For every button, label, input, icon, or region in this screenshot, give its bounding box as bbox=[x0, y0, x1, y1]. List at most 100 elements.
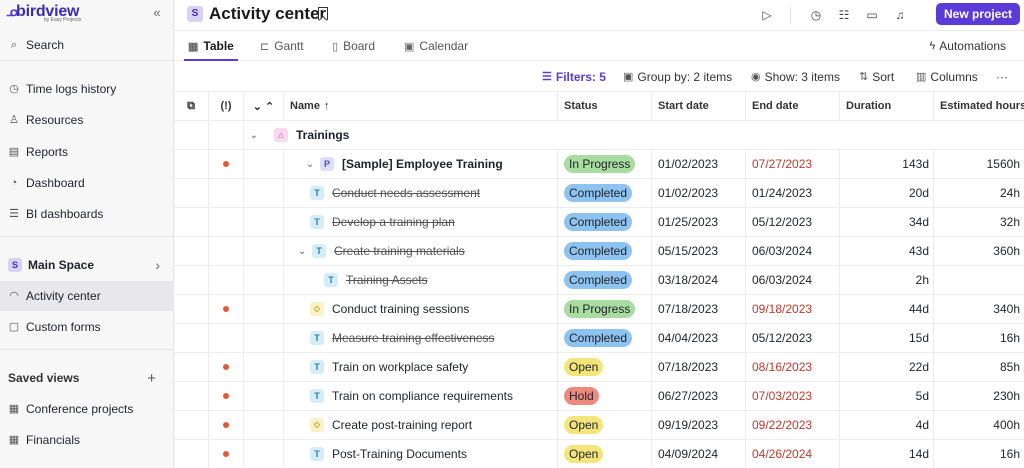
end-date-cell[interactable]: 05/12/2023 bbox=[746, 208, 840, 237]
sidebar-item-reports[interactable]: ▤ Reports bbox=[0, 137, 174, 167]
duration-cell[interactable]: 2h bbox=[840, 266, 934, 295]
more-options-icon[interactable]: ··· bbox=[996, 61, 1008, 92]
duration-cell[interactable]: 44d bbox=[840, 295, 934, 324]
priority-cell[interactable] bbox=[209, 179, 244, 208]
chevron-down-icon[interactable]: ⌄ bbox=[304, 159, 316, 170]
start-date-cell[interactable]: 01/02/2023 bbox=[652, 179, 746, 208]
estimated-hours-cell[interactable]: 340h bbox=[934, 295, 1024, 324]
sort-button[interactable]: ⇅ Sort bbox=[859, 61, 894, 92]
sidebar-search[interactable]: ⌕ Search bbox=[0, 30, 174, 60]
duration-header[interactable]: Duration bbox=[840, 92, 934, 121]
estimated-hours-cell[interactable]: 230h bbox=[934, 382, 1024, 411]
start-date-cell[interactable]: 07/18/2023 bbox=[652, 353, 746, 382]
table-row-name[interactable]: T Train on workplace safety bbox=[284, 353, 558, 382]
sidebar-item-activity-center[interactable]: ◠ Activity center bbox=[0, 281, 174, 311]
row-select-cell[interactable] bbox=[174, 121, 209, 150]
priority-cell[interactable] bbox=[209, 121, 244, 150]
table-row-name[interactable]: ⌄ P [Sample] Employee Training bbox=[284, 150, 558, 179]
estimated-hours-cell[interactable]: 360h bbox=[934, 237, 1024, 266]
tab-table[interactable]: ▦ Table bbox=[184, 31, 238, 61]
table-row-name[interactable]: ◇ Conduct training sessions bbox=[284, 295, 558, 324]
duration-cell[interactable]: 34d bbox=[840, 208, 934, 237]
status-header[interactable]: Status bbox=[558, 92, 652, 121]
status-cell[interactable]: Open bbox=[558, 440, 652, 468]
priority-cell[interactable] bbox=[209, 295, 244, 324]
table-row-name[interactable]: ⌄ T Create training materials bbox=[284, 237, 558, 266]
end-date-cell[interactable]: 05/12/2023 bbox=[746, 324, 840, 353]
comment-icon[interactable]: ▭ bbox=[864, 7, 880, 23]
status-cell[interactable]: Completed bbox=[558, 237, 652, 266]
duration-cell[interactable]: 43d bbox=[840, 237, 934, 266]
priority-cell[interactable] bbox=[209, 237, 244, 266]
priority-header[interactable]: (!) bbox=[209, 92, 244, 121]
start-date-cell[interactable]: 01/02/2023 bbox=[652, 150, 746, 179]
start-date-cell[interactable]: 04/04/2023 bbox=[652, 324, 746, 353]
sidebar-item-time-logs[interactable]: ◷ Time logs history bbox=[0, 74, 174, 104]
status-cell[interactable]: Open bbox=[558, 353, 652, 382]
collapse-sidebar-icon[interactable]: « bbox=[150, 6, 164, 21]
columns-button[interactable]: ▥ Columns bbox=[916, 61, 978, 92]
estimated-hours-cell[interactable]: 400h bbox=[934, 411, 1024, 440]
chevron-down-icon[interactable]: ⌄ bbox=[296, 246, 308, 257]
duration-cell[interactable]: 20d bbox=[840, 179, 934, 208]
start-date-cell[interactable]: 09/19/2023 bbox=[652, 411, 746, 440]
row-select-cell[interactable] bbox=[174, 208, 209, 237]
priority-cell[interactable] bbox=[209, 382, 244, 411]
chevron-down-icon[interactable]: ⌄ bbox=[248, 130, 260, 141]
timer-icon[interactable]: ◷ bbox=[808, 7, 824, 23]
status-cell[interactable]: In Progress bbox=[558, 295, 652, 324]
row-select-cell[interactable] bbox=[174, 353, 209, 382]
end-date-cell[interactable]: 09/22/2023 bbox=[746, 411, 840, 440]
start-date-header[interactable]: Start date bbox=[652, 92, 746, 121]
status-cell[interactable]: Completed bbox=[558, 208, 652, 237]
duration-cell[interactable]: 15d bbox=[840, 324, 934, 353]
table-row-name[interactable]: T Develop a training plan bbox=[284, 208, 558, 237]
table-row-name[interactable]: T Train on compliance requirements bbox=[284, 382, 558, 411]
row-select-cell[interactable] bbox=[174, 295, 209, 324]
end-date-cell[interactable]: 08/16/2023 bbox=[746, 353, 840, 382]
table-row-name[interactable]: T Post-Training Documents bbox=[284, 440, 558, 468]
tab-board[interactable]: ▯ Board bbox=[332, 31, 375, 61]
saved-view-conference[interactable]: ▦ Conference projects bbox=[0, 394, 174, 424]
show-button[interactable]: ◉ Show: 3 items bbox=[751, 61, 840, 92]
priority-cell[interactable] bbox=[209, 266, 244, 295]
row-select-cell[interactable] bbox=[174, 440, 209, 468]
status-cell[interactable]: Open bbox=[558, 411, 652, 440]
table-row-name[interactable]: T Conduct needs assessment bbox=[284, 179, 558, 208]
start-date-cell[interactable]: 07/18/2023 bbox=[652, 295, 746, 324]
row-select-cell[interactable] bbox=[174, 150, 209, 179]
sidebar-item-dashboard[interactable]: ◔ Dashboard bbox=[0, 168, 174, 198]
duration-cell[interactable]: 143d bbox=[840, 150, 934, 179]
estimated-hours-cell[interactable]: 85h bbox=[934, 353, 1024, 382]
table-row-name[interactable]: T Training Assets bbox=[284, 266, 558, 295]
row-select-cell[interactable] bbox=[174, 382, 209, 411]
start-date-cell[interactable]: 03/18/2024 bbox=[652, 266, 746, 295]
sidebar-item-custom-forms[interactable]: ▢ Custom forms bbox=[0, 312, 174, 342]
end-date-cell[interactable]: 07/27/2023 bbox=[746, 150, 840, 179]
priority-cell[interactable] bbox=[209, 150, 244, 179]
status-cell[interactable]: Completed bbox=[558, 324, 652, 353]
group-by-button[interactable]: ▣ Group by: 2 items bbox=[623, 61, 732, 92]
duration-cell[interactable]: 14d bbox=[840, 440, 934, 468]
duration-cell[interactable]: 4d bbox=[840, 411, 934, 440]
priority-cell[interactable] bbox=[209, 324, 244, 353]
bookmark-icon[interactable] bbox=[318, 7, 328, 20]
end-date-cell[interactable]: 07/03/2023 bbox=[746, 382, 840, 411]
end-date-cell[interactable]: 01/24/2023 bbox=[746, 179, 840, 208]
tab-calendar[interactable]: ▣ Calendar bbox=[404, 31, 468, 61]
start-date-cell[interactable]: 04/09/2024 bbox=[652, 440, 746, 468]
duration-cell[interactable]: 5d bbox=[840, 382, 934, 411]
status-cell[interactable]: Completed bbox=[558, 179, 652, 208]
select-all-icon[interactable]: ⧉ bbox=[174, 92, 209, 121]
end-date-cell[interactable]: 06/03/2024 bbox=[746, 237, 840, 266]
table-row-name[interactable]: ◇ Create post-training report bbox=[284, 411, 558, 440]
estimated-hours-header[interactable]: Estimated hours bbox=[934, 92, 1024, 121]
estimated-hours-cell[interactable]: 24h bbox=[934, 179, 1024, 208]
sidebar-item-bi-dashboards[interactable]: ☰ BI dashboards bbox=[0, 199, 174, 229]
status-cell[interactable]: Hold bbox=[558, 382, 652, 411]
play-icon[interactable]: ▷ bbox=[759, 7, 775, 23]
end-date-cell[interactable]: 06/03/2024 bbox=[746, 266, 840, 295]
priority-cell[interactable] bbox=[209, 440, 244, 468]
estimated-hours-cell[interactable]: 32h bbox=[934, 208, 1024, 237]
sidebar-item-main-space[interactable]: S Main Space › bbox=[0, 250, 174, 280]
